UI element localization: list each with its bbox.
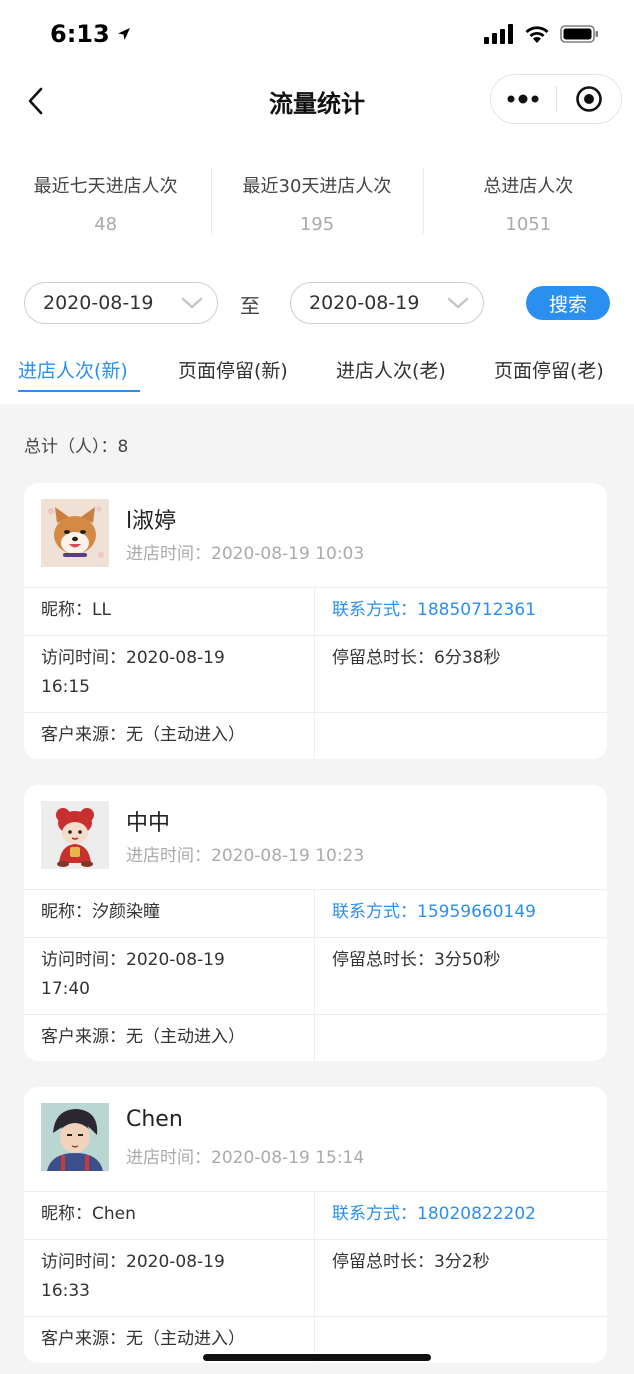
status-time-text: 6:13 bbox=[50, 20, 110, 48]
stat-label: 最近30天进店人次 bbox=[242, 176, 392, 197]
visitor-card[interactable]: 中中 进店时间：2020-08-19 10:23 昵称：汐颜染瞳 联系方式：15… bbox=[24, 785, 607, 1061]
close-mini-program-button[interactable] bbox=[557, 75, 622, 123]
customer-source: 客户来源：无（主动进入） bbox=[41, 1329, 245, 1349]
row-divider bbox=[24, 1316, 607, 1317]
avatar bbox=[41, 801, 109, 869]
visit-time-clock: 17:40 bbox=[41, 979, 90, 999]
row-divider bbox=[24, 937, 607, 938]
contact-phone-link[interactable]: 联系方式：18850712361 bbox=[332, 596, 536, 625]
more-dots-icon bbox=[507, 94, 539, 104]
tab-new-page-stay[interactable]: 页面停留(新) bbox=[178, 356, 288, 383]
end-date-value: 2020-08-19 bbox=[309, 292, 420, 314]
card-header: 中中 进店时间：2020-08-19 10:23 bbox=[24, 785, 607, 889]
card-header: l淑婷 进店时间：2020-08-19 10:03 bbox=[24, 483, 607, 587]
avatar bbox=[41, 1103, 109, 1171]
date-filter: 2020-08-19 至 2020-08-19 搜索 bbox=[0, 282, 634, 324]
visitor-card[interactable]: Chen 进店时间：2020-08-19 15:14 昵称：Chen 联系方式：… bbox=[24, 1087, 607, 1363]
stat-value: 195 bbox=[299, 214, 335, 235]
battery-icon bbox=[560, 25, 598, 43]
row-divider bbox=[24, 635, 607, 636]
wifi-icon bbox=[525, 26, 549, 43]
card-details: 昵称：LL 联系方式：18850712361 访问时间：2020-08-19 1… bbox=[24, 587, 607, 759]
card-header: Chen 进店时间：2020-08-19 15:14 bbox=[24, 1087, 607, 1191]
chevron-down-icon bbox=[447, 297, 469, 309]
cartoon-girl-avatar-icon bbox=[41, 801, 109, 869]
stay-duration: 停留总时长：6分38秒 bbox=[332, 648, 501, 668]
column-divider bbox=[314, 1192, 315, 1363]
visit-time-clock: 16:33 bbox=[41, 1281, 90, 1301]
stat-label: 最近七天进店人次 bbox=[33, 176, 178, 197]
customer-name: 中中 bbox=[126, 811, 171, 836]
column-divider bbox=[314, 588, 315, 759]
chevron-down-icon bbox=[181, 297, 203, 309]
visitor-list[interactable]: 总计（人）：8 l淑婷 进店时间：2020-08-19 10:03 昵称：LL … bbox=[0, 404, 634, 1374]
contact-phone-link[interactable]: 联系方式：15959660149 bbox=[332, 898, 536, 927]
stats-summary: 最近七天进店人次 48 最近30天进店人次 195 总进店人次 1051 bbox=[0, 160, 634, 240]
visit-time: 访问时间：2020-08-19 16:33 bbox=[41, 1248, 225, 1306]
card-details: 昵称：汐颜染瞳 联系方式：15959660149 访问时间：2020-08-19… bbox=[24, 889, 607, 1061]
total-count: 总计（人）：8 bbox=[24, 437, 129, 457]
customer-source: 客户来源：无（主动进入） bbox=[41, 725, 245, 745]
to-label: 至 bbox=[240, 294, 260, 318]
target-circle-icon bbox=[575, 86, 602, 112]
end-date-picker[interactable]: 2020-08-19 bbox=[290, 282, 484, 324]
start-date-picker[interactable]: 2020-08-19 bbox=[24, 282, 218, 324]
start-date-value: 2020-08-19 bbox=[43, 292, 154, 314]
nav-bar: 流量统计 bbox=[0, 70, 634, 130]
status-icons bbox=[484, 24, 600, 44]
more-button[interactable] bbox=[491, 75, 556, 123]
enter-time: 进店时间：2020-08-19 10:23 bbox=[126, 846, 365, 866]
nickname: 昵称：LL bbox=[41, 600, 111, 620]
stat-total: 总进店人次 1051 bbox=[422, 160, 634, 240]
nickname: 昵称：汐颜染瞳 bbox=[41, 902, 160, 922]
visit-time: 访问时间：2020-08-19 16:15 bbox=[41, 644, 225, 702]
visit-time-date: 访问时间：2020-08-19 bbox=[41, 950, 225, 970]
mini-program-capsule bbox=[490, 74, 622, 124]
status-bar: 6:13 bbox=[0, 0, 634, 70]
stat-seven-days: 最近七天进店人次 48 bbox=[0, 160, 211, 240]
customer-name: l淑婷 bbox=[126, 509, 177, 534]
nickname: 昵称：Chen bbox=[41, 1204, 136, 1224]
status-time: 6:13 bbox=[50, 20, 132, 48]
row-divider bbox=[24, 1014, 607, 1015]
customer-name: Chen bbox=[126, 1107, 183, 1132]
home-indicator[interactable] bbox=[203, 1354, 431, 1361]
tab-new-visits[interactable]: 进店人次(新) bbox=[18, 356, 128, 383]
visitor-card[interactable]: l淑婷 进店时间：2020-08-19 10:03 昵称：LL 联系方式：188… bbox=[24, 483, 607, 759]
search-button[interactable]: 搜索 bbox=[526, 286, 610, 320]
stat-thirty-days: 最近30天进店人次 195 bbox=[211, 160, 422, 240]
active-tab-indicator bbox=[18, 390, 140, 392]
anime-boy-avatar-icon bbox=[41, 1103, 109, 1171]
stat-value: 1051 bbox=[505, 214, 552, 235]
tab-old-page-stay[interactable]: 页面停留(老) bbox=[494, 356, 604, 383]
stay-duration: 停留总时长：3分50秒 bbox=[332, 950, 501, 970]
visit-time-clock: 16:15 bbox=[41, 677, 90, 697]
visit-time-date: 访问时间：2020-08-19 bbox=[41, 1252, 225, 1272]
stat-value: 48 bbox=[94, 214, 118, 235]
visit-time-date: 访问时间：2020-08-19 bbox=[41, 648, 225, 668]
stay-duration: 停留总时长：3分2秒 bbox=[332, 1252, 490, 1272]
row-divider bbox=[24, 712, 607, 713]
card-details: 昵称：Chen 联系方式：18020822202 访问时间：2020-08-19… bbox=[24, 1191, 607, 1363]
signal-icon bbox=[484, 24, 513, 44]
enter-time: 进店时间：2020-08-19 15:14 bbox=[126, 1148, 365, 1168]
stat-label: 总进店人次 bbox=[483, 176, 574, 197]
row-divider bbox=[24, 1239, 607, 1240]
column-divider bbox=[314, 890, 315, 1061]
visit-time: 访问时间：2020-08-19 17:40 bbox=[41, 946, 225, 1004]
avatar bbox=[41, 499, 109, 567]
location-arrow-icon bbox=[117, 28, 130, 40]
contact-phone-link[interactable]: 联系方式：18020822202 bbox=[332, 1200, 536, 1229]
customer-source: 客户来源：无（主动进入） bbox=[41, 1027, 245, 1047]
tab-bar: 进店人次(新) 页面停留(新) 进店人次(老) 页面停留(老) bbox=[0, 348, 634, 404]
dog-avatar-icon bbox=[41, 499, 109, 567]
enter-time: 进店时间：2020-08-19 10:03 bbox=[126, 544, 365, 564]
tab-old-visits[interactable]: 进店人次(老) bbox=[336, 356, 446, 383]
